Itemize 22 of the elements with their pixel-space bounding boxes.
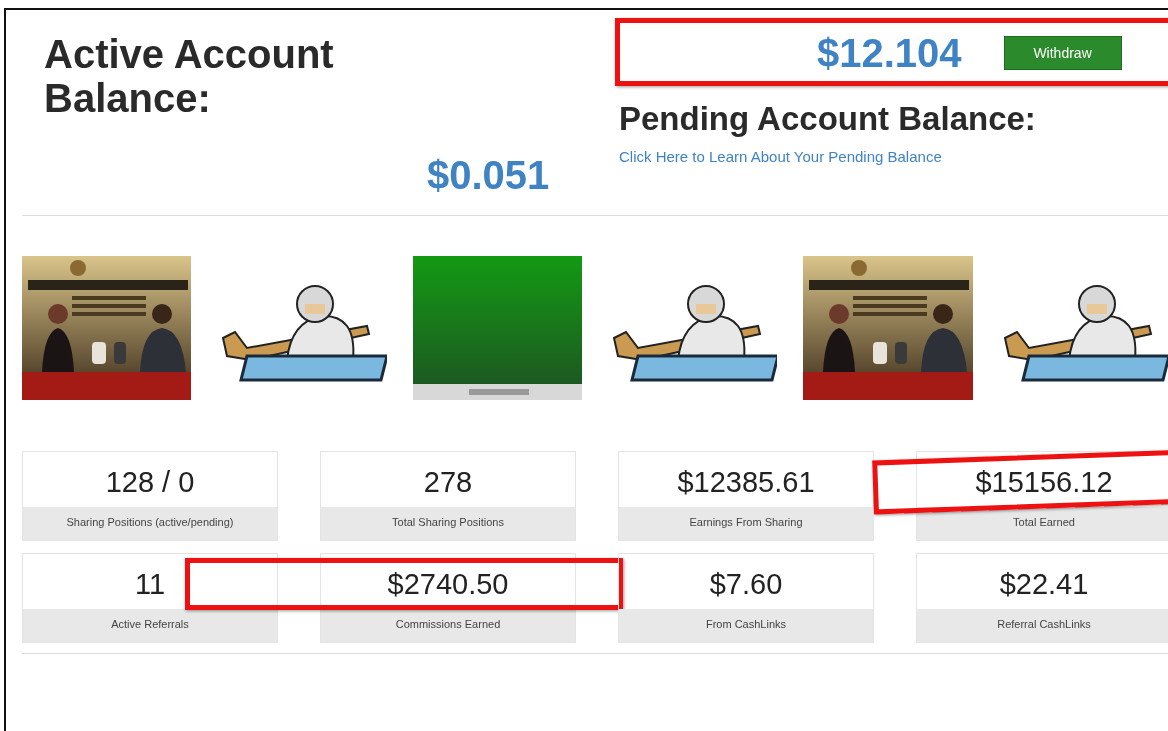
stat-label: Earnings From Sharing (619, 507, 873, 540)
stat-value: 128 / 0 (105, 465, 195, 499)
stat-value: $15156.12 (975, 465, 1113, 499)
stat-label: Total Earned (917, 507, 1168, 540)
stat-label: Active Referrals (23, 609, 277, 642)
stat-value: $7.60 (709, 567, 783, 601)
stat-label: Commissions Earned (321, 609, 575, 642)
pending-balance-link[interactable]: Click Here to Learn About Your Pending Balance (619, 148, 1168, 165)
balance-amount: $0.051 (427, 153, 550, 197)
stat-label: Sharing Positions (active/pending) (23, 507, 277, 540)
heading: Active Account Balance: (44, 32, 335, 120)
stat-value: $2740.50 (387, 567, 509, 601)
stat-label: Referral CashLinks (917, 609, 1168, 642)
stat-label: Total Sharing Positions (321, 507, 575, 540)
stat-value: 278 (423, 465, 473, 499)
stat-value: $22.41 (999, 567, 1089, 601)
heading: Pending Account Balance: (619, 100, 1037, 138)
stat-value: 11 (134, 567, 166, 601)
balance-amount: $12.104 (817, 30, 962, 76)
withdraw-button[interactable]: Withdraw (1003, 36, 1122, 70)
stat-value: $12385.61 (677, 465, 815, 499)
stat-label: From CashLinks (619, 609, 873, 642)
